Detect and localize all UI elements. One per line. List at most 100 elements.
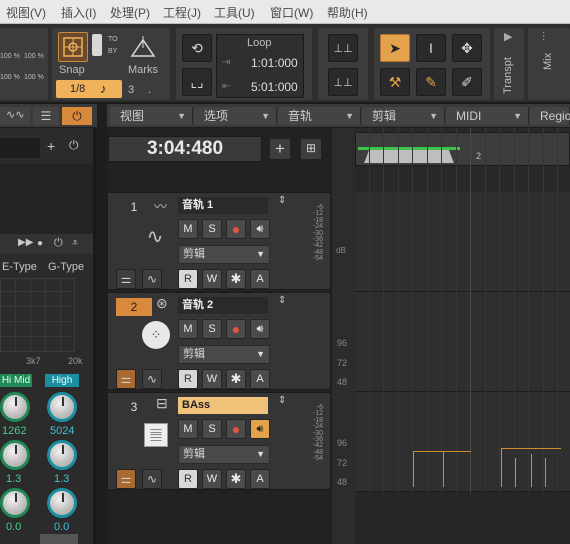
solo-button[interactable]: S [202, 219, 222, 239]
power-icon[interactable]: ⏻ [69, 138, 79, 153]
time-display[interactable]: 3:04:480 [108, 136, 262, 162]
high-q-knob[interactable] [47, 440, 77, 470]
move-tool-button[interactable]: ✥ [452, 34, 482, 62]
archive-button[interactable]: A [250, 469, 270, 489]
loop-start[interactable]: 1:01:000 [251, 56, 298, 70]
menu-insert[interactable]: 插入(I) [61, 4, 96, 21]
track-1[interactable]: 1 〰 音轨 1 ⇕ ∿ M S ● 🔊︎ 剪辑 ▼ ⚌ ∿ R W ✱ A -6… [107, 192, 331, 290]
power-icon[interactable]: ⏻ [54, 237, 63, 250]
record-arm-button[interactable]: ● [226, 319, 246, 339]
menu-tools[interactable]: 工具(U) [214, 4, 255, 21]
midi-note[interactable] [501, 448, 561, 449]
etype-label[interactable]: E-Type [2, 261, 37, 273]
track-name[interactable]: 音轨 2 [178, 297, 268, 314]
snap-toggle[interactable] [92, 34, 102, 56]
high-gain-knob[interactable] [47, 488, 77, 518]
high-band-label[interactable]: High [45, 374, 79, 387]
automation-button[interactable]: ∿ [142, 369, 162, 389]
draw-tool-button[interactable]: ✎ [416, 68, 446, 96]
monitor-button[interactable]: 🔊︎ [250, 419, 270, 439]
text-tool-button[interactable]: I [416, 34, 446, 62]
mute-button[interactable]: M [178, 319, 198, 339]
high-freq-knob[interactable] [47, 392, 77, 422]
empty-lane-area[interactable] [355, 492, 570, 544]
star-button[interactable]: ✱ [226, 469, 246, 489]
menu-icon[interactable]: ⩡ [72, 237, 78, 250]
list-view-button[interactable]: ☰ [33, 107, 59, 125]
midi-note[interactable] [413, 451, 471, 452]
loop-range-button[interactable]: ⌞⌟ [182, 68, 212, 96]
arrangement-timeline[interactable]: 2 [355, 128, 570, 544]
midi-note-velocity[interactable] [443, 451, 444, 487]
region-dropdown[interactable]: Region [530, 107, 570, 125]
track-settings-button[interactable]: ⚌ [116, 369, 136, 389]
read-button[interactable]: R [178, 269, 198, 289]
loop-end[interactable]: 5:01:000 [251, 80, 298, 94]
select-tool-button[interactable]: ➤ [380, 34, 410, 62]
track-name[interactable]: 音轨 1 [178, 197, 268, 214]
transport-group[interactable]: ▶ Transpt [494, 28, 524, 100]
midi-note-velocity[interactable] [545, 458, 546, 487]
track-dropdown[interactable]: 音轨 ▼ [278, 107, 361, 125]
midi-note-velocity[interactable] [515, 458, 516, 487]
snap-value-select[interactable]: 1/8 ♪ [56, 80, 122, 98]
split-tool-button[interactable]: ⚒ [380, 68, 410, 96]
mix-group[interactable]: ⫶ Mix [528, 28, 570, 100]
snap-dot[interactable]: . [148, 84, 151, 96]
dot-icon[interactable]: ● [37, 238, 43, 249]
midi-note-velocity[interactable] [531, 454, 532, 487]
marks-icon[interactable] [130, 34, 156, 58]
add-icon[interactable]: + [47, 138, 55, 154]
midi-note-velocity[interactable] [501, 448, 502, 487]
punch-out-button[interactable]: ⊥⊥ [328, 68, 358, 96]
menu-help[interactable]: 帮助(H) [327, 4, 368, 21]
add-track-button[interactable]: + [269, 138, 291, 160]
monitor-button[interactable]: 🔊︎ [250, 219, 270, 239]
snap-button[interactable] [58, 32, 88, 62]
monitor-button[interactable]: 🔊︎ [250, 319, 270, 339]
waveform-view-button[interactable]: ∿∿ [0, 107, 30, 125]
mute-button[interactable]: M [178, 219, 198, 239]
menu-window[interactable]: 窗口(W) [270, 4, 313, 21]
solo-button[interactable]: S [202, 419, 222, 439]
loop-toggle-button[interactable]: ⟲ [182, 34, 212, 62]
himid-freq-knob[interactable] [0, 392, 30, 422]
menu-process[interactable]: 处理(P) [110, 4, 150, 21]
archive-button[interactable]: A [250, 369, 270, 389]
clip-select[interactable]: 剪辑 ▼ [178, 245, 270, 264]
track-3[interactable]: 3 ⊟ BAss ⇕ 𝄚 M S ● 🔊︎ 剪辑 ▼ ⚌ ∿ R W ✱ A -6… [107, 392, 331, 490]
mute-button[interactable]: M [178, 419, 198, 439]
eq-name-field[interactable] [0, 138, 40, 158]
solo-button[interactable]: S [202, 319, 222, 339]
snap-num[interactable]: 3 [128, 84, 134, 96]
panel-divider[interactable] [97, 104, 107, 544]
star-button[interactable]: ✱ [226, 269, 246, 289]
lane-track-3[interactable] [355, 392, 570, 492]
gtype-label[interactable]: G-Type [48, 261, 84, 273]
write-button[interactable]: W [202, 269, 222, 289]
expand-arrows-icon[interactable]: ⇕ [278, 395, 286, 406]
overview-bar[interactable]: 2 [355, 132, 570, 166]
clip-dropdown[interactable]: 剪辑 ▼ [362, 107, 445, 125]
clip-select[interactable]: 剪辑 ▼ [178, 445, 270, 464]
himid-gain-knob[interactable] [0, 488, 30, 518]
options-dropdown[interactable]: 选项 ▼ [194, 107, 277, 125]
track-name[interactable]: BAss [178, 397, 268, 414]
clip-select[interactable]: 剪辑 ▼ [178, 345, 270, 364]
expand-arrows-icon[interactable]: ⇕ [278, 295, 286, 306]
write-button[interactable]: W [202, 469, 222, 489]
write-button[interactable]: W [202, 369, 222, 389]
midi-dropdown[interactable]: MIDI ▼ [446, 107, 529, 125]
power-button[interactable]: ⏻ [62, 107, 92, 125]
read-button[interactable]: R [178, 369, 198, 389]
himid-band-label[interactable]: Hi Mid [0, 374, 32, 387]
track-settings-button[interactable]: ⚌ [116, 469, 136, 489]
archive-button[interactable]: A [250, 269, 270, 289]
expand-arrows-icon[interactable]: ⇕ [278, 195, 286, 206]
automation-button[interactable]: ∿ [142, 269, 162, 289]
erase-tool-button[interactable]: ✐ [452, 68, 482, 96]
eq-scrollbar[interactable] [40, 534, 78, 544]
track-settings-button[interactable]: ⚌ [116, 269, 136, 289]
automation-button[interactable]: ∿ [142, 469, 162, 489]
record-arm-button[interactable]: ● [226, 419, 246, 439]
